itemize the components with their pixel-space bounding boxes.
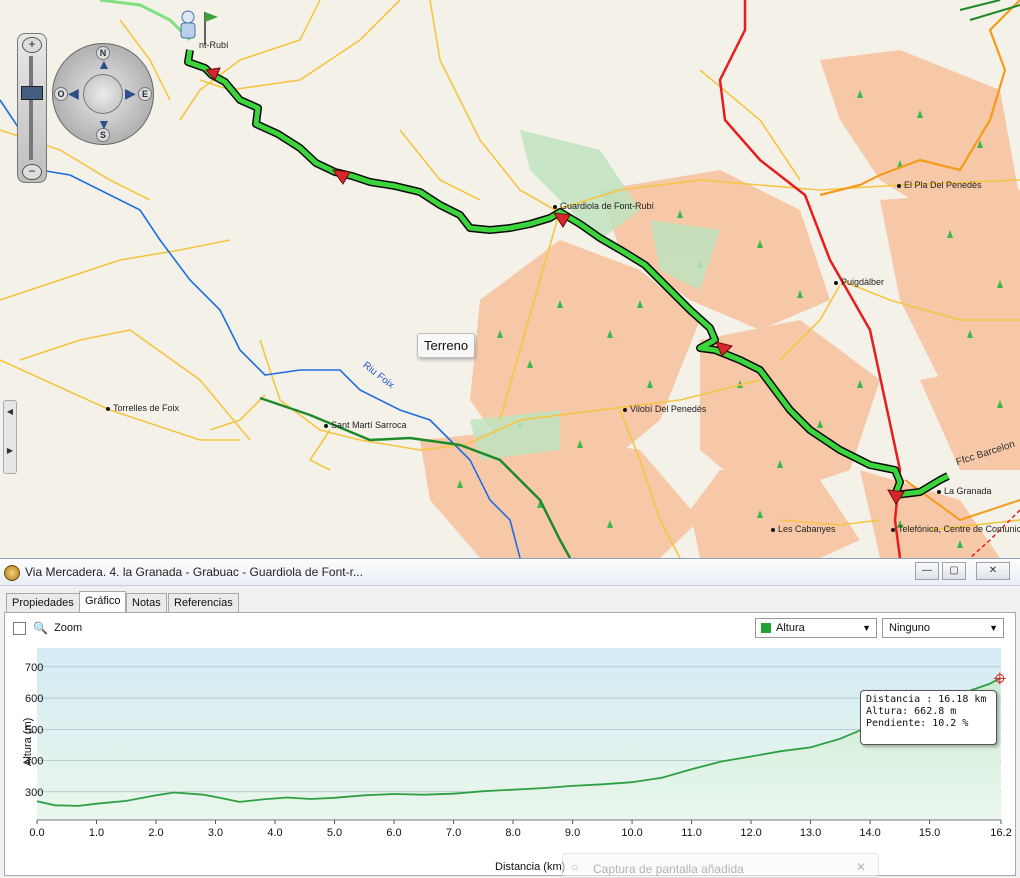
pan-center-button[interactable]	[83, 74, 123, 114]
place-label: Sant Martí Sarroca	[324, 420, 407, 430]
panel-title: Via Mercadera. 4. la Granada - Grabuac -…	[25, 565, 363, 579]
chevron-down-icon: ▼	[862, 623, 871, 633]
x-tick-label: 4.0	[267, 827, 282, 839]
app-icon	[4, 565, 20, 581]
x-tick-label: 5.0	[327, 827, 342, 839]
series-color-swatch	[761, 623, 771, 633]
x-tick-label: 1.0	[89, 827, 104, 839]
arrow-down-icon[interactable]: ▼	[97, 116, 111, 132]
x-tick-label: 2.0	[148, 827, 163, 839]
elevation-tooltip: Distancia : 16.18 km Altura: 662.8 m Pen…	[860, 690, 997, 745]
place-label: Vilobí Del Penedès	[623, 404, 706, 414]
x-tick-label: 3.0	[208, 827, 223, 839]
y-axis-label: Altura (m)	[22, 718, 34, 766]
place-label: Puigdàlber	[834, 277, 884, 287]
x-axis-label: Distancia (km)	[495, 861, 565, 873]
zoom-slider-thumb[interactable]	[21, 86, 43, 100]
x-tick-label: 9.0	[565, 827, 580, 839]
chevron-down-icon: ▼	[989, 623, 998, 633]
arrow-left-icon[interactable]: ◀	[68, 85, 79, 102]
tab-propiedades[interactable]: Propiedades	[6, 593, 80, 613]
y-tick-label: 700	[25, 662, 43, 674]
x-tick-label: 13.0	[800, 827, 821, 839]
place-label: El Pla Del Penedès	[897, 180, 982, 190]
place-label: Guardiola de Font-Rubí	[553, 201, 654, 211]
panel-titlebar[interactable]: Via Mercadera. 4. la Granada - Grabuac -…	[0, 559, 1020, 586]
pan-west-button[interactable]: O	[54, 87, 68, 101]
arrow-right-icon[interactable]: ▶	[125, 85, 136, 102]
tab-grafico[interactable]: Gráfico	[79, 591, 127, 613]
zoom-track[interactable]	[29, 56, 33, 160]
minimize-button[interactable]: —	[915, 562, 939, 580]
y-tick-label: 600	[25, 693, 43, 705]
close-button[interactable]: ✕	[976, 562, 1010, 580]
y-tick-label: 300	[25, 787, 43, 799]
elevation-chart[interactable]: 300400500600700 0.0 1.0 2.0 3.0 4.0 5.0 6.0 7.0…	[5, 646, 1013, 874]
restore-button[interactable]: ▢	[942, 562, 966, 580]
zoom-checkbox[interactable]	[13, 621, 26, 635]
x-tick-label: 12.0	[740, 827, 761, 839]
chevron-down-icon: ▶	[6, 446, 14, 455]
side-panel-handle[interactable]: ◀ ▶	[3, 400, 17, 474]
zoom-label: Zoom	[54, 621, 83, 634]
magnifier-icon: 🔍	[33, 621, 49, 635]
x-tick-label: 6.0	[386, 827, 401, 839]
camera-icon: ○	[571, 860, 579, 874]
zoom-out-button[interactable]: −	[22, 164, 42, 180]
place-label: Les Cabanyes	[771, 524, 836, 534]
x-tick-label: 14.0	[859, 827, 880, 839]
x-axis-ticks: 0.0 1.0 2.0 3.0 4.0 5.0 6.0 7.0 8.0 9.0 10.0 11.0 12…	[29, 819, 1012, 839]
pan-east-button[interactable]: E	[138, 87, 152, 101]
arrow-up-icon[interactable]: ▲	[97, 56, 111, 72]
zoom-toggle[interactable]: 🔍 Zoom	[13, 621, 82, 635]
secondary-select-value: Ninguno	[889, 622, 930, 634]
place-label: Torrelles de Foix	[106, 403, 179, 413]
terrain-toggle-button[interactable]: Terreno	[417, 333, 476, 358]
close-icon[interactable]: ✕	[856, 860, 866, 874]
map-zoom-control[interactable]: + −	[17, 33, 47, 183]
notification-text: Captura de pantalla añadida	[593, 862, 744, 876]
x-tick-label: 16.2	[990, 827, 1011, 839]
screenshot-notification[interactable]: ○ Captura de pantalla añadida ✕	[562, 853, 879, 878]
tab-referencias[interactable]: Referencias	[168, 593, 239, 613]
tooltip-slope: Pendiente: 10.2 %	[866, 718, 969, 729]
x-tick-label: 10.0	[621, 827, 642, 839]
tab-notas[interactable]: Notas	[126, 593, 167, 613]
x-tick-label: 15.0	[919, 827, 940, 839]
tooltip-distance: Distancia : 16.18 km	[866, 694, 987, 705]
chevron-up-icon: ◀	[6, 407, 14, 416]
x-tick-label: 7.0	[446, 827, 461, 839]
place-label: Telefónica, Centre de Comunic	[891, 524, 1020, 534]
x-tick-label: 0.0	[29, 827, 44, 839]
pan-compass[interactable]: N S E O ▲ ▼ ▶ ◀	[52, 43, 154, 145]
series-select-value: Altura	[776, 622, 805, 634]
zoom-in-button[interactable]: +	[22, 37, 42, 53]
place-label: nt-Rubí	[199, 40, 229, 50]
series-select[interactable]: Altura ▼	[755, 618, 877, 638]
x-tick-label: 8.0	[505, 827, 520, 839]
tooltip-altitude: Altura: 662.8 m	[866, 706, 957, 717]
place-label: La Granada	[937, 486, 992, 496]
x-tick-label: 11.0	[681, 827, 702, 839]
secondary-series-select[interactable]: Ninguno ▼	[882, 618, 1004, 638]
map-view[interactable]: nt-Rubí Guardiola de Font-Rubí El Pla De…	[0, 0, 1020, 558]
